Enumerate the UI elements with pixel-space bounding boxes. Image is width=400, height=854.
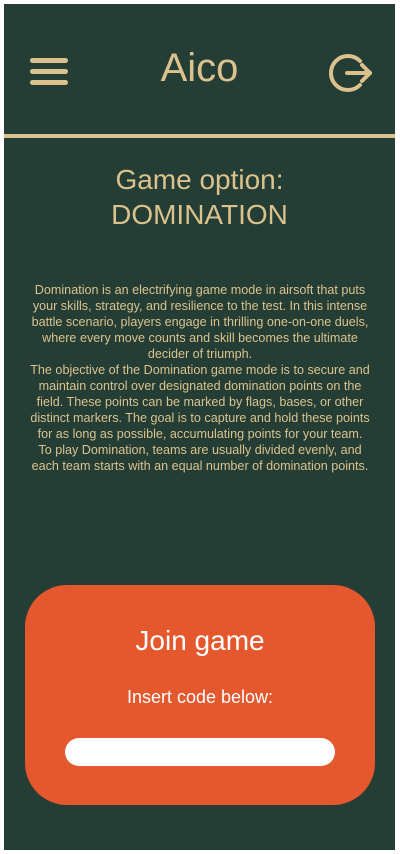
insert-code-label: Insert code below: xyxy=(126,687,274,707)
header-divider xyxy=(4,134,395,138)
game-description: Domination is an electrifying game mode … xyxy=(30,283,370,473)
join-game-title: Join game xyxy=(135,625,265,656)
page-title-line1: Game option: xyxy=(115,164,284,195)
logout-icon[interactable] xyxy=(327,49,375,97)
page-title: Game option: DOMINATION xyxy=(4,162,395,232)
page-title-line2: DOMINATION xyxy=(111,199,288,230)
app-screen: Aico Game option: DOMINATION Domination … xyxy=(4,4,395,850)
game-code-input[interactable] xyxy=(65,738,335,766)
join-game-card: Join game Insert code below: xyxy=(25,585,375,805)
header: Aico xyxy=(4,4,395,137)
